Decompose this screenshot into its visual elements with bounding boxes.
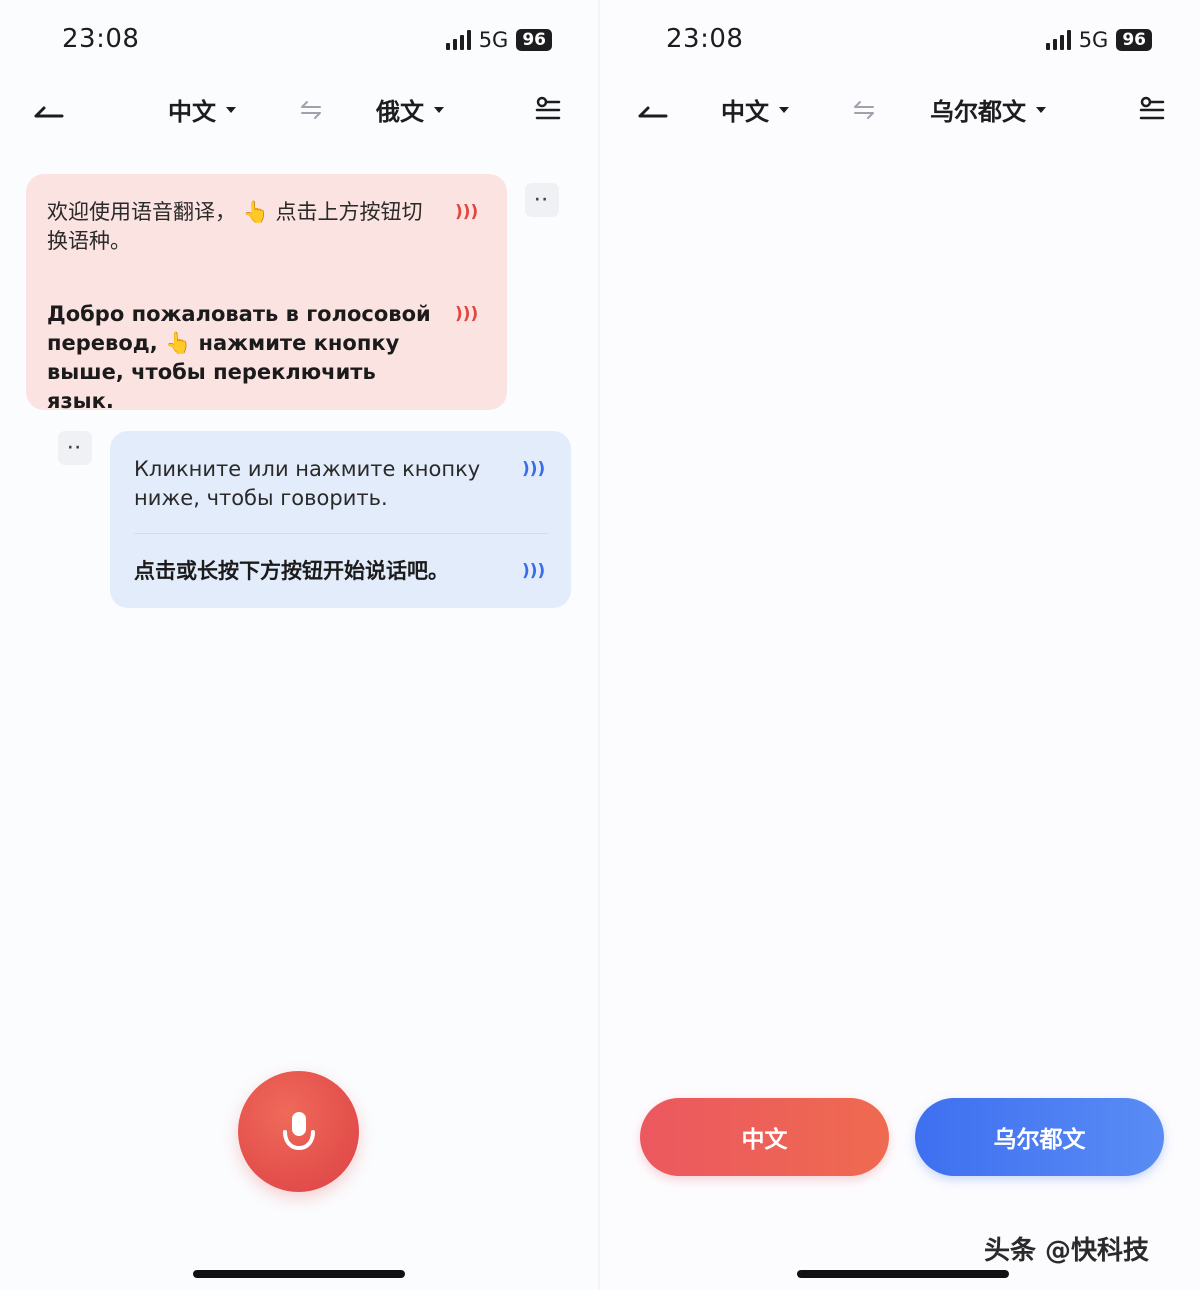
speaker-icon[interactable]: ))) [455, 304, 478, 324]
caret-down-icon [779, 106, 789, 113]
pointing-hand-icon: 👆 [242, 200, 269, 224]
status-bar: 23:08 5G 96 [600, 22, 1200, 62]
home-indicator [193, 1270, 405, 1278]
swap-icon[interactable] [298, 98, 324, 122]
source-language-select[interactable]: 中文 [168, 92, 236, 127]
settings-icon[interactable] [1137, 94, 1167, 124]
hint-ru-text: Кликните или нажмите кнопку ниже, чтобы … [134, 457, 481, 510]
hint-zh-text: 点击或长按下方按钮开始说话吧。 [134, 559, 449, 583]
target-language-select[interactable]: 俄文 [376, 92, 444, 127]
bubble-divider [134, 533, 548, 534]
network-type: 5G [478, 28, 509, 52]
speak-chinese-button[interactable]: 中文 [640, 1098, 889, 1176]
caret-down-icon [1036, 106, 1046, 113]
status-time: 23:08 [62, 24, 140, 54]
speaker-icon[interactable]: ))) [455, 202, 478, 222]
watermark: 头条 @快科技 [984, 1236, 1150, 1266]
top-nav: 中文 乌尔都文 [600, 86, 1200, 134]
home-indicator [797, 1270, 1009, 1278]
left-screen: 23:08 5G 96 中文 俄文 欢迎使用语音翻译， 👆 点击上方按钮切换语种… [0, 0, 600, 1290]
battery-icon: 96 [1116, 29, 1152, 51]
speaker-icon[interactable]: ))) [522, 561, 545, 581]
caret-down-icon [434, 106, 444, 113]
status-indicators: 5G 96 [445, 28, 552, 52]
source-language-select[interactable]: 中文 [721, 92, 789, 127]
target-language-label: 乌尔都文 [930, 98, 1026, 126]
top-nav: 中文 俄文 [0, 86, 600, 134]
caret-down-icon [226, 106, 236, 113]
welcome-ru-text: Добро пожаловать в голосовой перевод, 👆 … [47, 302, 431, 413]
battery-icon: 96 [516, 29, 552, 51]
microphone-button[interactable] [238, 1071, 359, 1192]
signal-icon [1045, 30, 1071, 50]
right-screen: 23:08 5G 96 中文 乌尔都文 [600, 0, 1200, 1290]
status-indicators: 5G 96 [1045, 28, 1152, 52]
status-bar: 23:08 5G 96 [0, 22, 600, 62]
more-options-button[interactable]: ·· [58, 431, 92, 465]
swap-icon[interactable] [851, 98, 877, 122]
microphone-icon [282, 1111, 315, 1150]
source-language-label: 中文 [168, 98, 216, 126]
target-language-select[interactable]: 乌尔都文 [930, 92, 1046, 127]
more-options-button[interactable]: ·· [525, 183, 559, 217]
speak-urdu-button[interactable]: 乌尔都文 [915, 1098, 1164, 1176]
speaker-icon[interactable]: ))) [522, 459, 545, 479]
signal-icon [445, 30, 471, 50]
source-language-label: 中文 [721, 98, 769, 126]
pointing-hand-icon: 👆 [165, 331, 192, 355]
back-arrow-icon[interactable] [32, 96, 68, 124]
welcome-zh-text: 欢迎使用语音翻译， 👆 点击上方按钮切换语种。 [47, 200, 423, 253]
settings-icon[interactable] [533, 94, 563, 124]
network-type: 5G [1078, 28, 1109, 52]
back-arrow-icon[interactable] [636, 96, 672, 124]
status-time: 23:08 [666, 24, 744, 54]
target-language-label: 俄文 [376, 98, 424, 126]
